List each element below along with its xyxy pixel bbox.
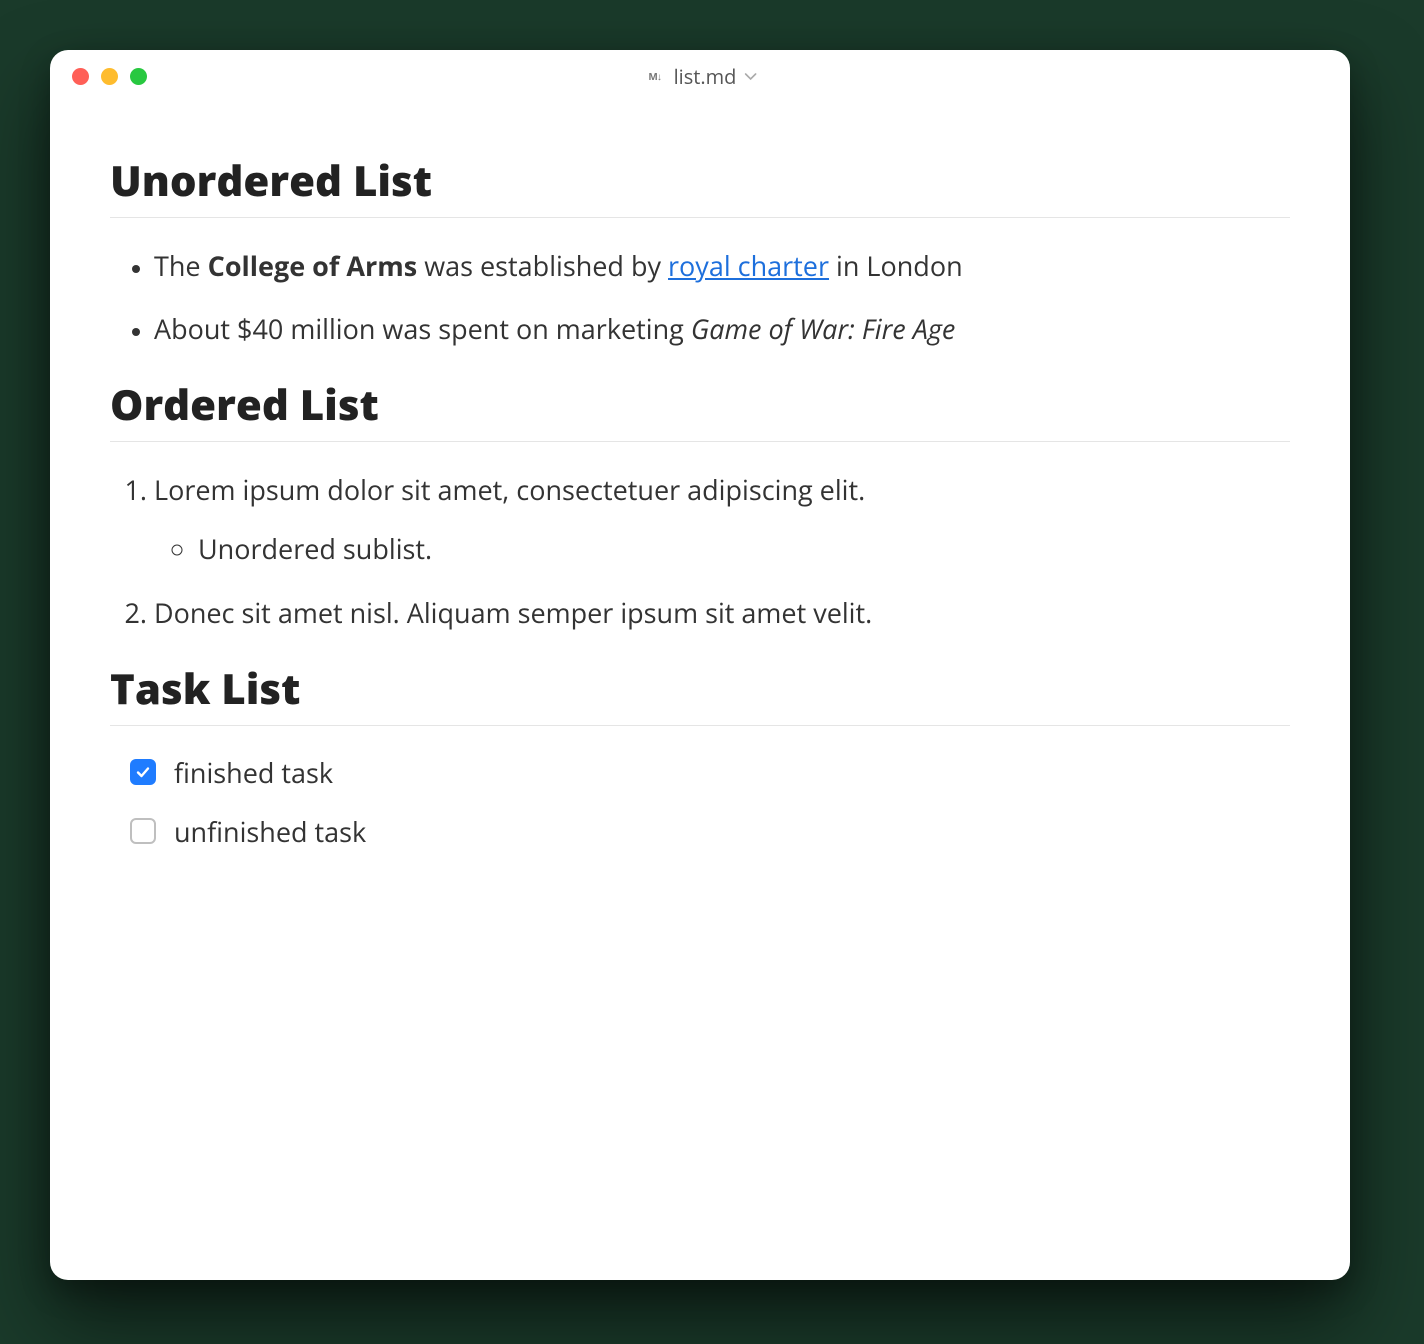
chevron-down-icon xyxy=(744,67,756,86)
list-item: Donec sit amet nisl. Aliquam semper ipsu… xyxy=(154,593,1290,632)
bold-text: College of Arms xyxy=(208,247,418,284)
ordered-list: Lorem ipsum dolor sit amet, consectetuer… xyxy=(110,470,1290,631)
minimize-button[interactable] xyxy=(101,68,118,85)
list-item: About $40 million was spent on marketing… xyxy=(154,309,1290,348)
text: Lorem ipsum dolor sit amet, consectetuer… xyxy=(154,471,865,508)
title-area[interactable]: M↓ list.md xyxy=(644,63,757,90)
document-content: Unordered List The College of Arms was e… xyxy=(50,102,1350,912)
list-item: Unordered sublist. xyxy=(198,529,1290,568)
task-label: finished task xyxy=(174,754,333,791)
app-window: M↓ list.md Unordered List The College of… xyxy=(50,50,1350,1280)
maximize-button[interactable] xyxy=(130,68,147,85)
task-item: unfinished task xyxy=(130,813,1290,850)
unordered-list: The College of Arms was established by r… xyxy=(110,246,1290,348)
task-item: finished task xyxy=(130,754,1290,791)
link-royal-charter[interactable]: royal charter xyxy=(668,247,829,284)
close-button[interactable] xyxy=(72,68,89,85)
markdown-file-icon: M↓ xyxy=(644,68,666,84)
list-item: The College of Arms was established by r… xyxy=(154,246,1290,285)
unordered-sublist: Unordered sublist. xyxy=(154,529,1290,568)
checkbox-unchecked[interactable] xyxy=(130,818,156,844)
text: About $40 million was spent on marketing xyxy=(154,310,691,347)
task-label: unfinished task xyxy=(174,813,366,850)
titlebar: M↓ list.md xyxy=(50,50,1350,102)
heading-task-list: Task List xyxy=(110,660,1290,726)
italic-text: Game of War: Fire Age xyxy=(691,310,955,347)
heading-unordered-list: Unordered List xyxy=(110,152,1290,218)
traffic-lights xyxy=(72,68,147,85)
heading-ordered-list: Ordered List xyxy=(110,376,1290,442)
text: in London xyxy=(829,247,963,284)
list-item: Lorem ipsum dolor sit amet, consectetuer… xyxy=(154,470,1290,568)
checkbox-checked[interactable] xyxy=(130,759,156,785)
text: Donec sit amet nisl. Aliquam semper ipsu… xyxy=(154,594,872,631)
text: The xyxy=(154,247,208,284)
document-title: list.md xyxy=(674,63,737,90)
task-list: finished task unfinished task xyxy=(110,754,1290,850)
text: was established by xyxy=(417,247,668,284)
